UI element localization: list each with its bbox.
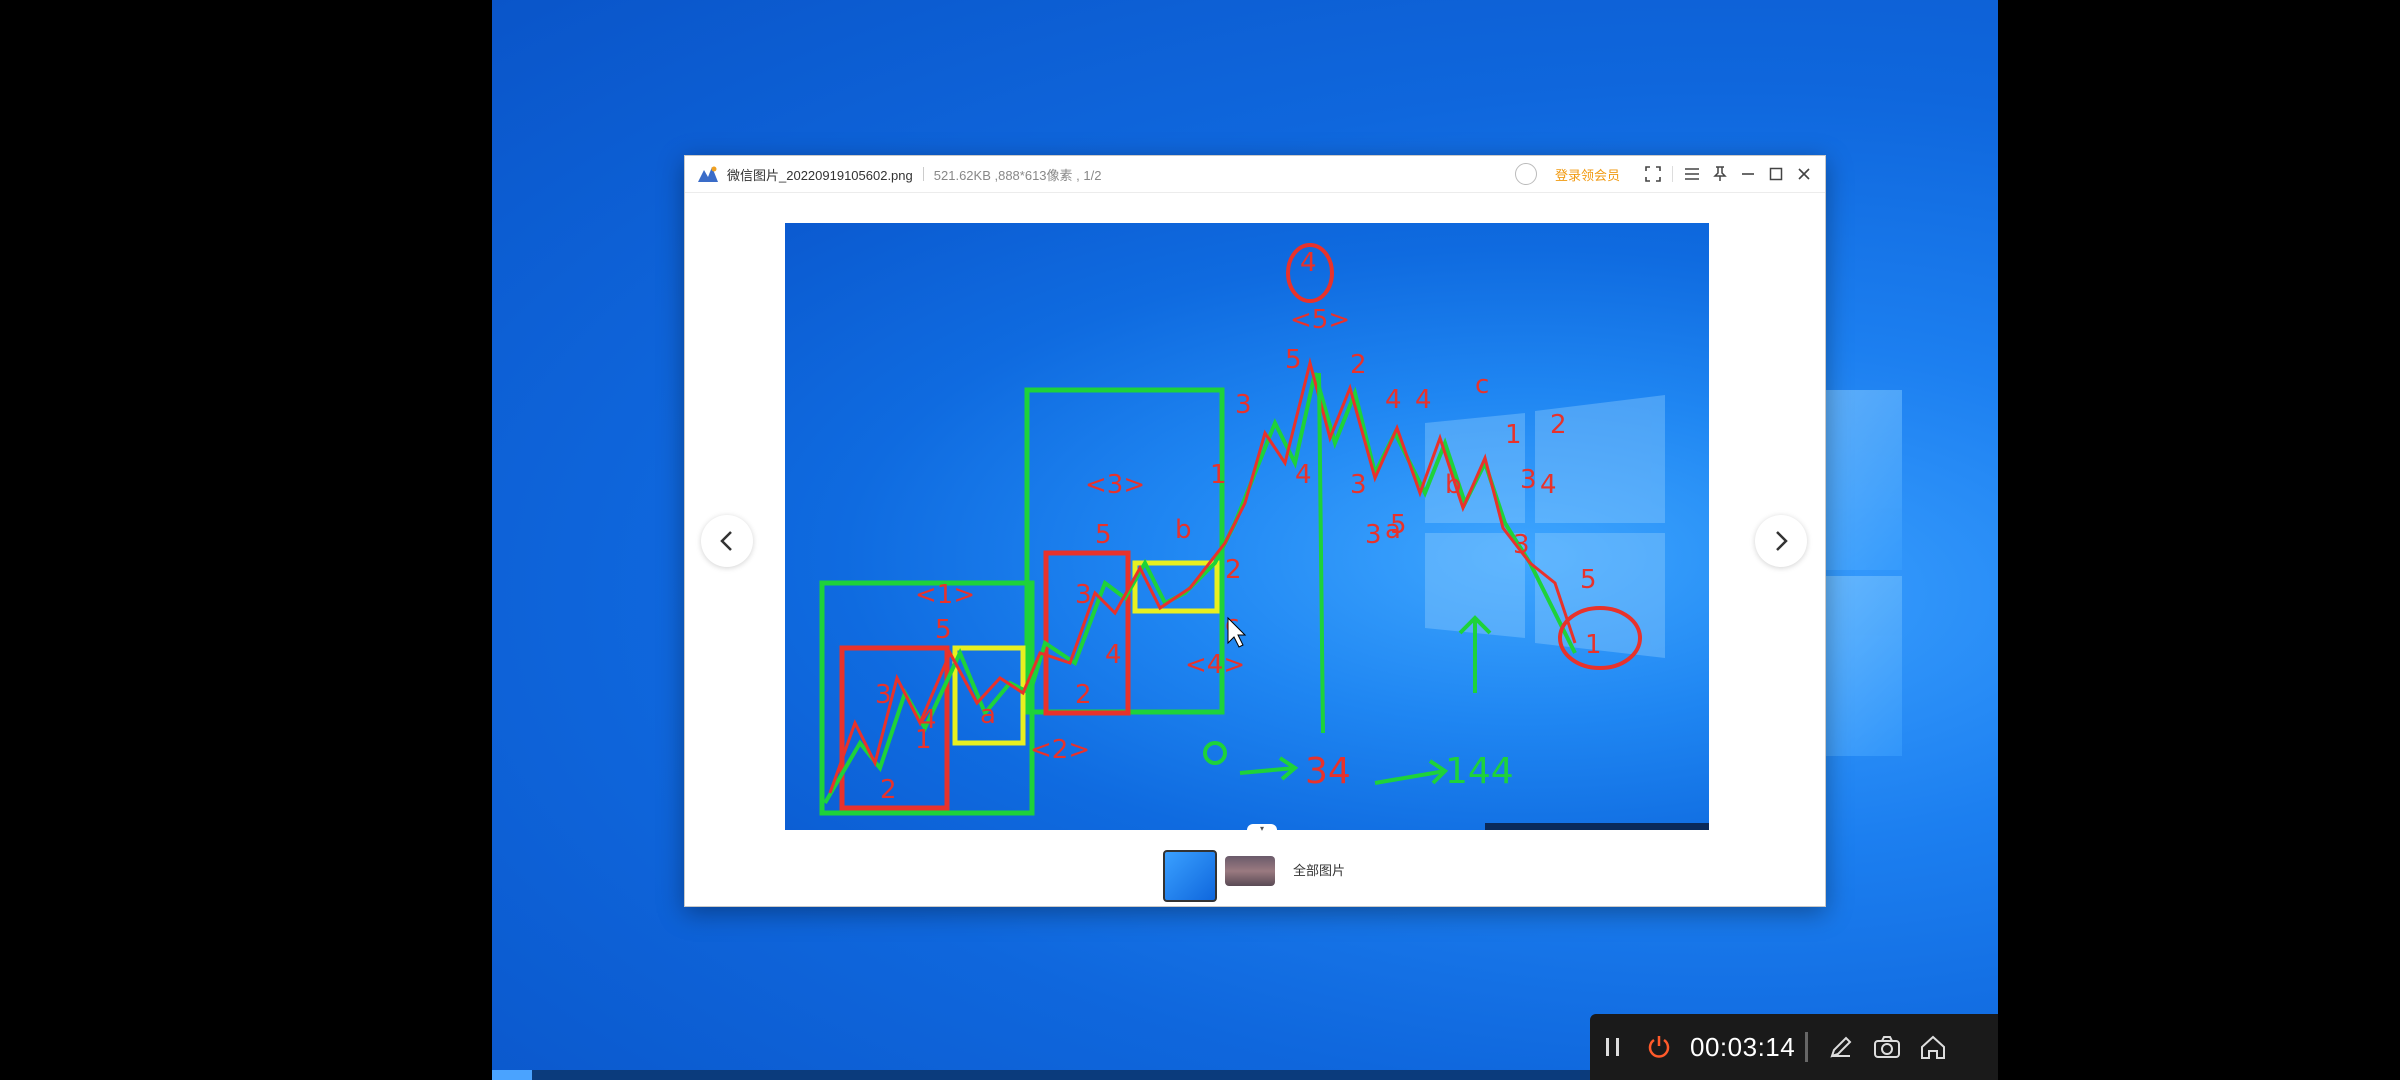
label-3g: 3 [1520,465,1537,495]
image-stage: <1> 5 3 1 4 2 a <2> 3 2 4 <3> 5 b <4> c [685,193,1825,830]
label-2c: 2 [1225,555,1242,585]
label-5a: 5 [935,615,952,645]
screen-recorder-toolbar: 00:03:14 [1590,1014,1998,1080]
label-4b: 4 [1105,640,1122,670]
label-c2: c [1475,370,1489,400]
label-b: b [1175,515,1192,545]
title-controls: 登录领会员 [1514,156,1817,192]
home-icon [1921,1035,1946,1059]
screenshot-button[interactable] [1864,1014,1910,1080]
windows-logo-right [1822,390,1998,760]
annotation-labels: <1> 5 3 1 4 2 a <2> 3 2 4 <3> 5 b <4> c [875,248,1602,805]
label-4e: 4 [1415,385,1432,415]
label-3c: 3 [1235,390,1252,420]
pause-button[interactable] [1590,1014,1636,1080]
green-arrow-right-2 [1374,759,1449,785]
draw-button[interactable] [1818,1014,1864,1080]
label-3f: 3 [1513,530,1530,560]
chevron-right-icon [1776,531,1788,551]
label-3e: 3 [1365,520,1382,550]
green-arrow-right-1 [1239,756,1299,781]
pause-icon [1606,1038,1619,1056]
pen-icon [1830,1036,1852,1058]
thumbnail-2[interactable] [1225,856,1275,886]
close-icon[interactable] [1791,161,1817,187]
toolbar-divider [1672,166,1673,182]
avatar-icon[interactable] [1514,163,1537,185]
label-4d: 4 [1385,385,1402,415]
stop-button[interactable] [1636,1014,1682,1080]
fullscreen-icon[interactable] [1640,161,1666,187]
minimize-icon[interactable] [1735,161,1761,187]
prev-image-button[interactable] [701,515,753,567]
label-2d: 2 [1350,350,1367,380]
label-1c: 1 [1505,420,1522,450]
label-34: 34 [1305,751,1351,792]
label-w4: <4> [1185,650,1245,680]
file-meta: 521.62KB ,888*613像素 , 1/2 [933,167,1102,183]
label-w5: <5> [1290,305,1350,335]
image-viewer-window: 微信图片_20220919105602.png 521.62KB ,888*61… [684,155,1826,907]
green-box-1 [819,580,1035,816]
label-1d: 1 [1585,630,1602,660]
label-1b: 1 [1210,460,1227,490]
label-w2: <2> [1030,735,1090,765]
label-5c: 5 [1285,345,1302,375]
label-a: a [980,700,996,730]
label-2b: 2 [1075,680,1092,710]
thumbnail-bar: ▾ 全部图片 [685,824,1825,906]
power-icon [1648,1036,1670,1058]
label-5e: 5 [1580,565,1597,595]
label-3d: 3 [1350,470,1367,500]
label-144: 144 [1445,751,1514,792]
label-4a: 4 [920,705,937,735]
home-button[interactable] [1910,1014,1956,1080]
green-circle-mark [1203,741,1227,765]
label-4top: 4 [1300,248,1317,278]
label-5b: 5 [1095,520,1112,550]
collapse-tab[interactable]: ▾ [1247,824,1277,834]
recording-timer: 00:03:14 [1690,1031,1796,1062]
thumbnail-1[interactable] [1163,850,1217,902]
menu-icon[interactable] [1679,161,1705,187]
app-logo-icon [698,166,718,182]
label-2a: 2 [880,775,897,805]
label-2e: 2 [1550,410,1567,440]
green-arrow-up [1458,615,1492,693]
green-vertical-line [1317,372,1325,734]
file-name: 微信图片_20220919105602.png [727,167,913,183]
all-photos-link[interactable]: 全部图片 [1293,860,1345,879]
login-link[interactable]: 登录领会员 [1555,165,1620,184]
label-b2: b [1445,470,1462,500]
next-image-button[interactable] [1755,515,1807,567]
title-separator [922,167,924,181]
label-5d: 5 [1390,510,1407,540]
pin-icon[interactable] [1707,161,1733,187]
label-3b: 3 [1075,580,1092,610]
label-4f: 4 [1540,470,1557,500]
label-w3: <3> [1085,470,1145,500]
displayed-image: <1> 5 3 1 4 2 a <2> 3 2 4 <3> 5 b <4> c [785,223,1709,830]
chevron-left-icon [720,531,732,551]
label-3a: 3 [875,680,892,710]
annotated-screenshot: <1> 5 3 1 4 2 a <2> 3 2 4 <3> 5 b <4> c [786,223,1709,830]
photo-taskbar [1485,823,1709,830]
maximize-icon[interactable] [1763,161,1789,187]
recorder-divider [1805,1032,1809,1062]
camera-icon [1874,1036,1901,1058]
title-bar: 微信图片_20220919105602.png 521.62KB ,888*61… [685,156,1825,193]
label-4c: 4 [1295,460,1312,490]
label-w1: <1> [915,580,975,610]
